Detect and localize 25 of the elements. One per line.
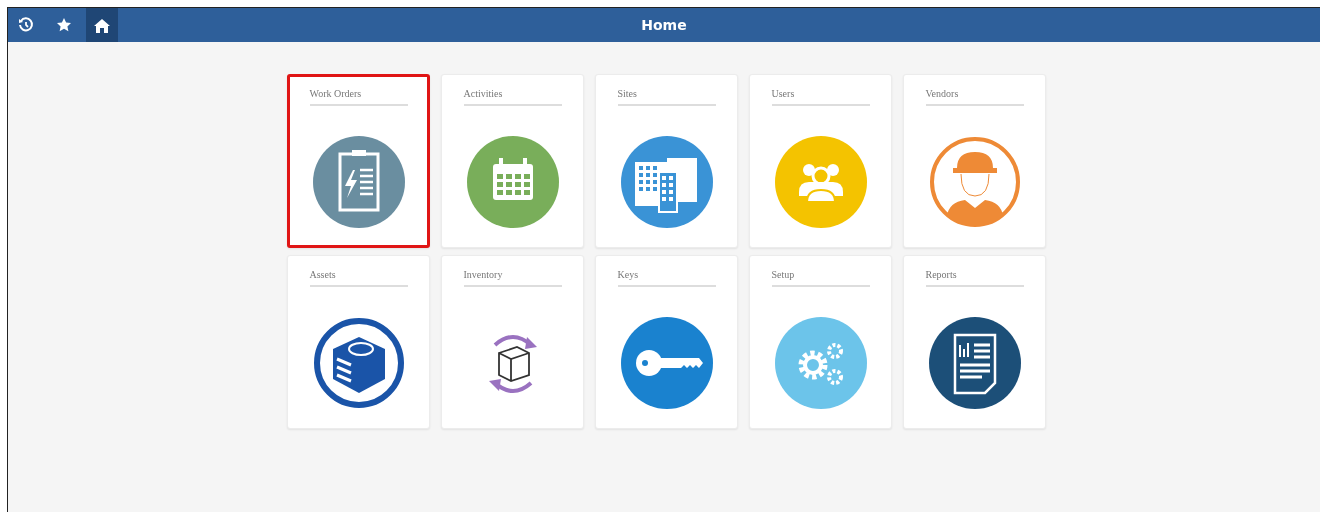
tile-label: Assets [309, 269, 408, 287]
tile-label: Users [771, 88, 870, 106]
tile-label: Setup [771, 269, 870, 287]
module-tile[interactable]: Work Orders [287, 74, 430, 248]
module-tile[interactable]: Reports [903, 255, 1046, 429]
history-icon [18, 17, 34, 33]
module-tile[interactable]: Activities [441, 74, 584, 248]
page-title: Home [641, 17, 687, 33]
tile-label: Reports [925, 269, 1024, 287]
home-icon [94, 17, 110, 33]
module-tile[interactable]: Users [749, 74, 892, 248]
module-tile[interactable]: Setup [749, 255, 892, 429]
tile-label: Inventory [463, 269, 562, 287]
tile-label: Sites [617, 88, 716, 106]
home-button[interactable] [86, 8, 118, 42]
tile-label: Vendors [925, 88, 1024, 106]
module-tile[interactable]: Assets [287, 255, 430, 429]
tile-label: Activities [463, 88, 562, 106]
tile-label: Work Orders [309, 88, 408, 106]
module-tile[interactable]: Keys [595, 255, 738, 429]
star-icon [56, 17, 72, 33]
module-tile[interactable]: Sites [595, 74, 738, 248]
tile-label: Keys [617, 269, 716, 287]
module-tile[interactable]: Vendors [903, 74, 1046, 248]
module-tile[interactable]: Inventory [441, 255, 584, 429]
